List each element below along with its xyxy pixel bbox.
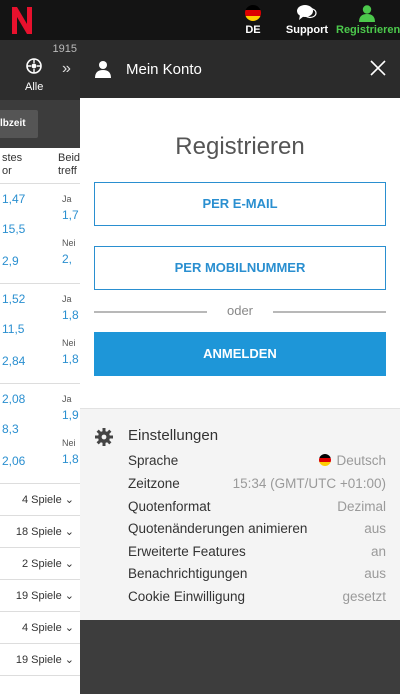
halftime-tab[interactable]: lbzeit [0, 110, 38, 138]
language-label: DE [245, 24, 261, 36]
odd-value[interactable]: 1,8 [62, 352, 79, 366]
divider-line [273, 311, 386, 313]
sport-count: 1915 [52, 43, 77, 55]
setting-label: Cookie Einwilligung [128, 589, 246, 604]
setting-advanced-features[interactable]: Erweiterte Features an [128, 544, 386, 566]
match-odds-block: 1,52 11,5 2,84 Ja 1,8 Nei 1,8 [0, 284, 80, 384]
brand-logo[interactable] [10, 4, 34, 36]
user-icon [359, 5, 375, 22]
setting-value: aus [364, 566, 386, 581]
league-games-row[interactable]: 19 Spiele ⌄ [0, 580, 80, 612]
market-tabs: lbzeit [0, 100, 80, 148]
settings-title: Einstellungen [128, 427, 219, 444]
sport-all-label[interactable]: Alle [25, 81, 43, 93]
support-label: Support [285, 24, 329, 36]
setting-label: Erweiterte Features [128, 544, 246, 559]
no-label: Nei [62, 438, 76, 448]
column-header-1: stes or [2, 152, 23, 177]
account-panel-header: Mein Konto [80, 40, 400, 98]
setting-value: an [370, 544, 386, 559]
login-button[interactable]: ANMELDEN [94, 332, 386, 376]
page: DE Support Registrieren 1915 Alle » lbze… [0, 0, 400, 694]
setting-notifications[interactable]: Benachrichtigungen aus [128, 566, 386, 588]
setting-odds-format[interactable]: Quotenformat Dezimal [128, 499, 386, 521]
top-bar: DE Support Registrieren [0, 0, 400, 40]
match-odds-block: 1,47 15,5 2,9 Ja 1,7 Nei 2, [0, 184, 80, 284]
odd-value[interactable]: 2,9 [2, 254, 19, 268]
overlay-backdrop[interactable] [80, 620, 400, 694]
register-label: Registrieren [336, 24, 400, 36]
account-panel-title: Mein Konto [126, 61, 202, 78]
setting-label: Benachrichtigungen [128, 566, 248, 581]
no-label: Nei [62, 238, 76, 248]
sport-filter-strip: 1915 Alle » [0, 40, 80, 100]
league-games-row[interactable]: 18 Spiele ⌄ [0, 516, 80, 548]
odds-column-headers: stes or Beid treff [0, 148, 80, 184]
account-panel: Mein Konto Registrieren PER E-MAIL PER M… [80, 40, 400, 620]
odd-value[interactable]: 1,9 [62, 408, 79, 422]
odd-value[interactable]: 2,08 [2, 392, 25, 406]
chat-bubbles-icon [297, 5, 317, 20]
league-games-row[interactable]: 19 Spiele ⌄ [0, 644, 80, 676]
odd-value[interactable]: 2,06 [2, 454, 25, 468]
register-link[interactable]: Registrieren [336, 2, 400, 40]
language-selector[interactable]: DE [240, 2, 266, 40]
league-games-row[interactable]: 4 Spiele ⌄ [0, 484, 80, 516]
odd-value[interactable]: 2,84 [2, 354, 25, 368]
yes-label: Ja [62, 294, 72, 304]
odd-value[interactable]: 1,7 [62, 208, 79, 222]
odd-value[interactable]: 1,8 [62, 452, 79, 466]
setting-value: gesetzt [342, 589, 386, 604]
odd-value[interactable]: 1,8 [62, 308, 79, 322]
germany-flag-icon [319, 454, 332, 466]
league-games-row[interactable]: 2 Spiele ⌄ [0, 548, 80, 580]
setting-label: Quotenänderungen animieren [128, 521, 308, 536]
yes-label: Ja [62, 194, 72, 204]
or-divider: oder [94, 302, 386, 320]
close-icon[interactable] [370, 60, 386, 76]
support-link[interactable]: Support [284, 2, 330, 40]
register-email-button[interactable]: PER E-MAIL [94, 182, 386, 226]
setting-cookie-consent[interactable]: Cookie Einwilligung gesetzt [128, 589, 386, 611]
setting-label: Zeitzone [128, 476, 180, 491]
no-label: Nei [62, 338, 76, 348]
setting-value: aus [364, 521, 386, 536]
background-sportsbook: 1915 Alle » lbzeit stes or Beid treff 1,47… [0, 40, 80, 694]
setting-label: Quotenformat [128, 499, 211, 514]
chevron-right-double-icon[interactable]: » [62, 60, 71, 78]
setting-value: 15:34 (GMT/UTC +01:00) [232, 476, 386, 491]
league-games-row[interactable]: 4 Spiele ⌄ [0, 612, 80, 644]
germany-flag-icon [245, 5, 261, 21]
person-icon [95, 61, 111, 78]
all-sports-icon[interactable] [24, 56, 44, 76]
odd-value[interactable]: 1,47 [2, 192, 25, 206]
setting-label: Sprache [128, 453, 179, 468]
match-odds-block: 2,08 8,3 2,06 Ja 1,9 Nei 1,8 [0, 384, 80, 484]
column-header-2: Beid treff [58, 152, 80, 177]
gear-icon [95, 428, 113, 446]
setting-animate-odds[interactable]: Quotenänderungen animieren aus [128, 521, 386, 543]
register-heading: Registrieren [175, 133, 305, 160]
yes-label: Ja [62, 394, 72, 404]
setting-language[interactable]: Sprache Deutsch [128, 453, 386, 475]
setting-value: Deutsch [319, 453, 386, 468]
settings-section: Einstellungen Sprache Deutsch Zeitzone 1… [80, 408, 400, 620]
setting-timezone[interactable]: Zeitzone 15:34 (GMT/UTC +01:00) [128, 476, 386, 498]
odd-value[interactable]: 1,52 [2, 292, 25, 306]
setting-value: Dezimal [337, 499, 386, 514]
odd-value[interactable]: 2, [62, 252, 72, 266]
odd-value[interactable]: 15,5 [2, 222, 25, 236]
odd-value[interactable]: 11,5 [2, 322, 24, 336]
register-mobile-button[interactable]: PER MOBILNUMMER [94, 246, 386, 290]
odd-value[interactable]: 8,3 [2, 422, 19, 436]
